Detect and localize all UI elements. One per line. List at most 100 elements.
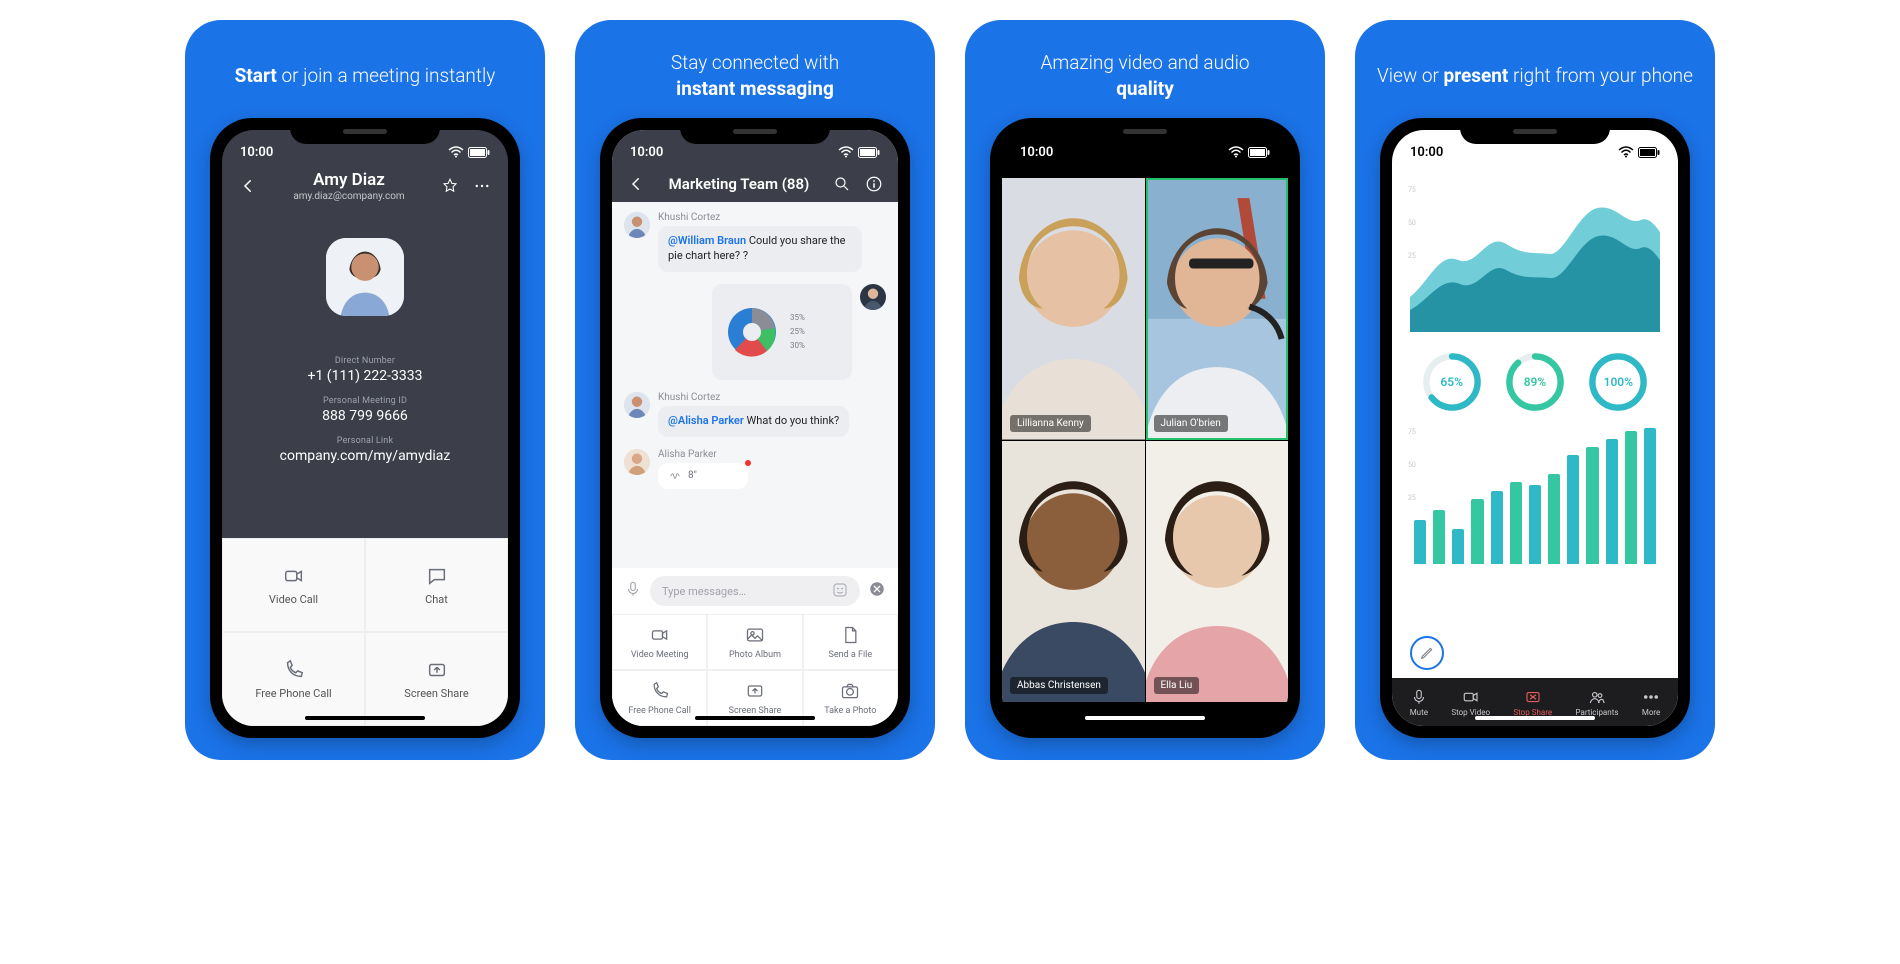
home-indicator [305, 716, 425, 720]
message-sender: Alisha Parker [658, 449, 748, 460]
message-bubble[interactable]: @William Braun Could you share the pie c… [658, 226, 862, 272]
message-row: Khushi Cortez @William Braun Could you s… [624, 212, 886, 272]
video-call-button[interactable]: Video Call [222, 538, 365, 632]
panel2-title: Stay connected with instant messaging [671, 48, 839, 104]
message-input[interactable]: Type messages… [650, 576, 860, 606]
video-meeting-button[interactable]: Video Meeting [612, 614, 707, 670]
info-button[interactable] [862, 172, 886, 196]
participant-name: Ella Liu [1154, 677, 1200, 694]
donut-chart: 89% [1503, 350, 1567, 414]
donut-value: 65% [1420, 350, 1484, 414]
bar [1625, 431, 1637, 564]
avatar [624, 449, 650, 475]
message-row: 35% 25% 30% [624, 284, 886, 380]
participant-name: Julian O'brien [1154, 415, 1228, 432]
home-indicator [695, 716, 815, 720]
participant-name: Abbas Christensen [1010, 677, 1108, 694]
wifi-icon [838, 146, 854, 158]
phone-frame: 10:00 Amy Diaz amy.diaz@company.com [210, 118, 520, 738]
participant-name: Lillianna Kenny [1010, 415, 1091, 432]
donut-chart: 100% [1586, 350, 1650, 414]
avatar [624, 212, 650, 238]
personal-link-label: Personal Link [222, 436, 508, 446]
promo-panel-4: View or present right from your phone 10… [1355, 20, 1715, 760]
donut-chart: 65% [1420, 350, 1484, 414]
pie-label: 35% [790, 313, 805, 322]
voice-message[interactable]: 8" [658, 463, 748, 489]
status-time: 10:00 [1020, 145, 1053, 160]
mute-button[interactable]: Mute [1410, 688, 1428, 717]
message-row: Khushi Cortez @Alisha Parker What do you… [624, 392, 886, 437]
emoji-icon[interactable] [832, 582, 848, 601]
wifi-icon [1618, 146, 1634, 158]
axis-tick: 75 [1408, 186, 1416, 194]
free-phone-call-button[interactable]: Free Phone Call [612, 670, 707, 726]
donut-value: 100% [1586, 350, 1650, 414]
status-time: 10:00 [1410, 145, 1443, 160]
more-button[interactable] [470, 174, 494, 198]
battery-icon [1638, 147, 1660, 158]
message-bubble[interactable]: @Alisha Parker What do you think? [658, 406, 849, 437]
bar [1567, 455, 1579, 564]
video-tile[interactable]: Julian O'brien [1146, 178, 1289, 440]
avatar [860, 284, 886, 310]
battery-icon [468, 147, 490, 158]
photo-album-button[interactable]: Photo Album [707, 614, 802, 670]
take-photo-button[interactable]: Take a Photo [803, 670, 898, 726]
close-icon[interactable] [868, 580, 886, 602]
status-time: 10:00 [630, 145, 663, 160]
wifi-icon [1228, 146, 1244, 158]
battery-icon [1248, 147, 1270, 158]
back-button[interactable] [236, 174, 260, 198]
free-phone-call-button[interactable]: Free Phone Call [222, 632, 365, 726]
promo-panel-3: Amazing video and audio quality 10:00 Li… [965, 20, 1325, 760]
bar-chart [1410, 428, 1660, 568]
phone-notch [680, 118, 830, 144]
annotate-button[interactable] [1410, 636, 1444, 670]
bar [1529, 485, 1541, 564]
send-file-button[interactable]: Send a File [803, 614, 898, 670]
donut-value: 89% [1503, 350, 1567, 414]
battery-icon [858, 147, 880, 158]
mic-icon[interactable] [624, 580, 642, 602]
bar [1644, 428, 1656, 564]
favorite-button[interactable] [438, 174, 462, 198]
wifi-icon [448, 146, 464, 158]
pmi-value: 888 799 9666 [222, 408, 508, 424]
phone-frame: 10:00 Lillianna Kenny Julian O'brien [990, 118, 1300, 738]
phone-notch [290, 118, 440, 144]
bar [1606, 439, 1618, 564]
bar [1433, 510, 1445, 564]
video-tile[interactable]: Abbas Christensen [1002, 441, 1145, 703]
phone-notch [1460, 118, 1610, 144]
home-indicator [1475, 716, 1595, 720]
participants-button[interactable]: Participants [1575, 688, 1618, 717]
promo-panel-1: Start or join a meeting instantly 10:00 … [185, 20, 545, 760]
screen-share-button[interactable]: Screen Share [365, 632, 508, 726]
promo-panel-2: Stay connected with instant messaging 10… [575, 20, 935, 760]
status-time: 10:00 [240, 145, 273, 160]
contact-avatar [326, 238, 404, 316]
pie-chart-attachment[interactable]: 35% 25% 30% [712, 284, 852, 380]
avatar [624, 392, 650, 418]
stop-video-button[interactable]: Stop Video [1451, 688, 1490, 717]
pmi-label: Personal Meeting ID [222, 396, 508, 406]
phone-frame: 10:00 Marketing Team (88) Khushi Cort [600, 118, 910, 738]
area-chart: 75 50 25 [1410, 182, 1660, 332]
search-button[interactable] [830, 172, 854, 196]
direct-number-value: +1 (111) 222-3333 [222, 368, 508, 384]
chat-title: Marketing Team (88) [656, 175, 822, 193]
stop-share-button[interactable]: Stop Share [1513, 688, 1552, 717]
panel3-title: Amazing video and audio quality [1040, 48, 1249, 104]
video-tile[interactable]: Ella Liu [1146, 441, 1289, 703]
chat-button[interactable]: Chat [365, 538, 508, 632]
bar [1471, 499, 1483, 564]
more-button[interactable]: More [1642, 688, 1660, 717]
back-button[interactable] [624, 172, 648, 196]
bar [1510, 482, 1522, 564]
video-tile[interactable]: Lillianna Kenny [1002, 178, 1145, 440]
panel4-title: View or present right from your phone [1377, 48, 1693, 104]
message-sender: Khushi Cortez [658, 392, 849, 403]
pie-label: 30% [790, 341, 805, 350]
axis-tick: 75 [1408, 428, 1416, 436]
